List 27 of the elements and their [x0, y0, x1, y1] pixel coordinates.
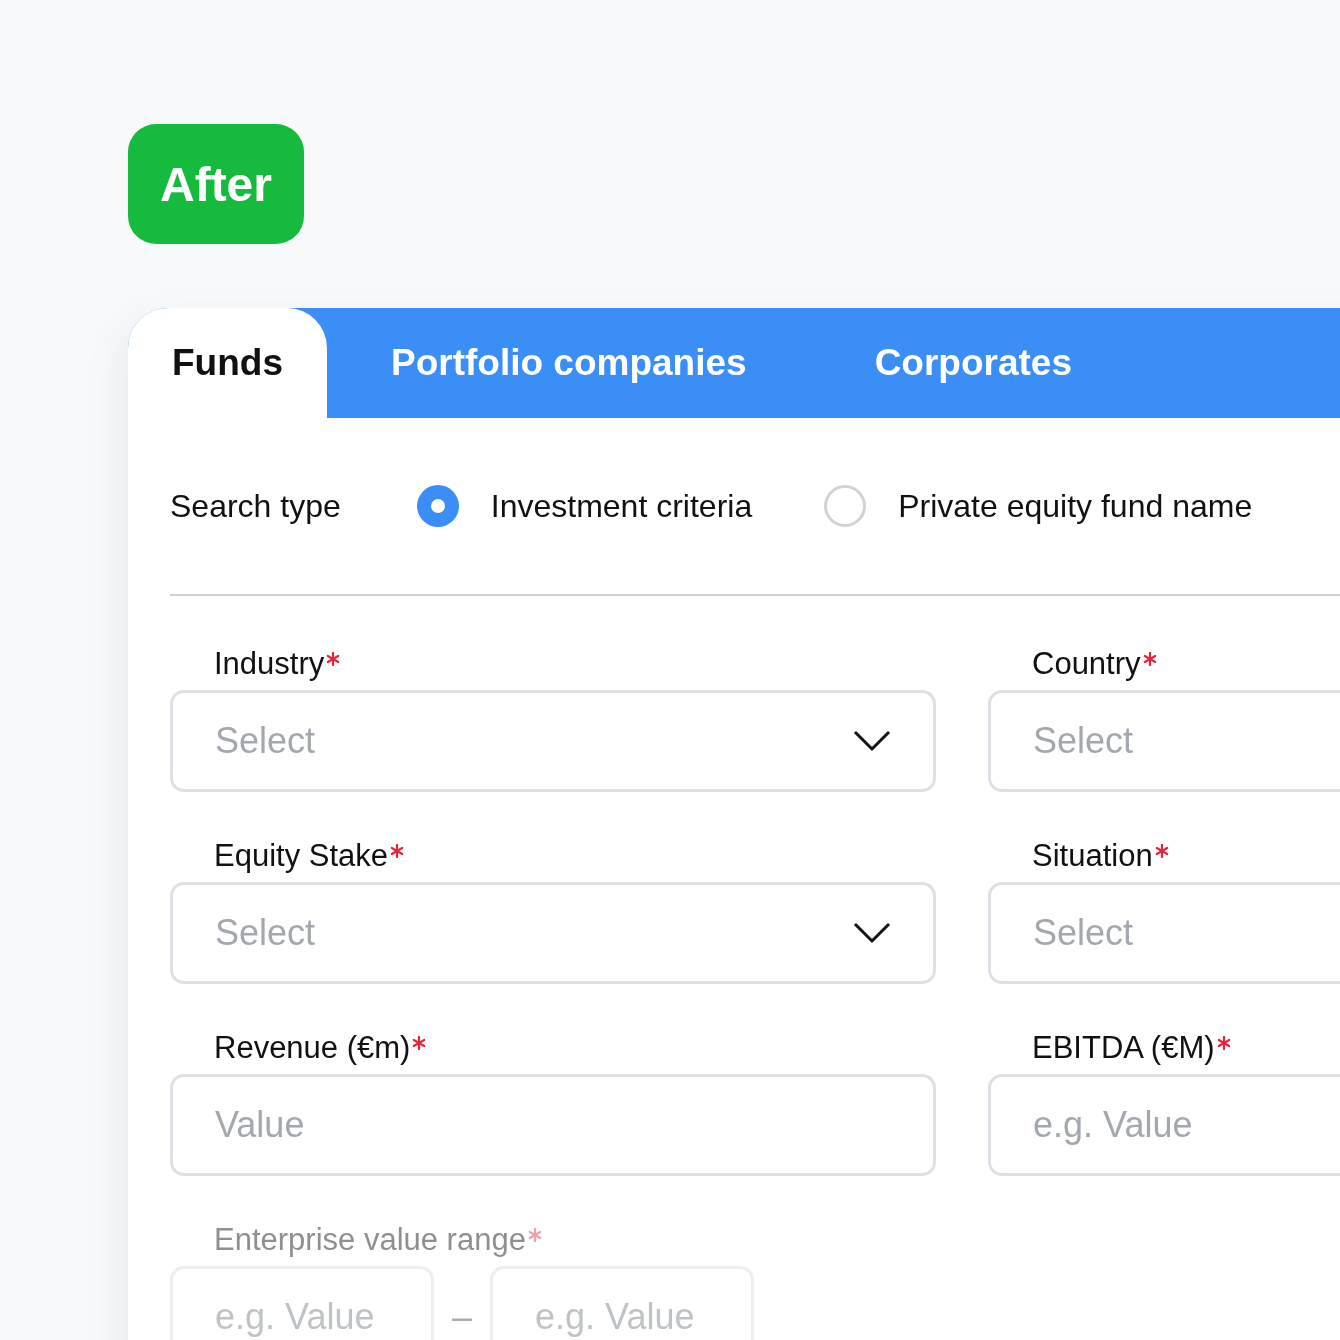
field-label: Equity Stake	[170, 838, 936, 874]
select-field[interactable]: Select	[988, 882, 1340, 984]
select-field[interactable]: Select	[170, 690, 936, 792]
field-label: EBITDA (€M)	[988, 1030, 1340, 1066]
input-field[interactable]: e.g. Value	[490, 1266, 755, 1340]
field-label: Industry	[170, 646, 936, 682]
tab[interactable]: Funds	[128, 308, 327, 418]
chevron-down-icon	[853, 730, 891, 752]
radio-button[interactable]	[416, 485, 459, 527]
select-field[interactable]: Select	[170, 882, 936, 984]
range-separator: –	[452, 1296, 473, 1338]
input-field[interactable]: e.g. Value	[988, 1074, 1340, 1176]
field-label: Revenue (€m)	[170, 1030, 936, 1066]
field-label: Situation	[988, 838, 1340, 874]
search-type-label: Search type	[170, 487, 341, 525]
after-badge: After	[128, 124, 304, 244]
tab[interactable]: Corporates	[810, 308, 1137, 418]
input-field[interactable]: Value	[170, 1074, 936, 1176]
radio-label: Investment criteria	[490, 487, 753, 525]
radio-label: Private equity fund name	[898, 487, 1253, 525]
radio-button[interactable]	[824, 485, 867, 527]
tab[interactable]: Portfolio companies	[327, 308, 811, 418]
select-field[interactable]: Select	[988, 690, 1340, 792]
field-label: Enterprise value range	[170, 1222, 936, 1258]
chevron-down-icon	[853, 922, 891, 944]
input-field[interactable]: e.g. Value	[170, 1266, 434, 1340]
field-label: Country	[988, 646, 1340, 682]
